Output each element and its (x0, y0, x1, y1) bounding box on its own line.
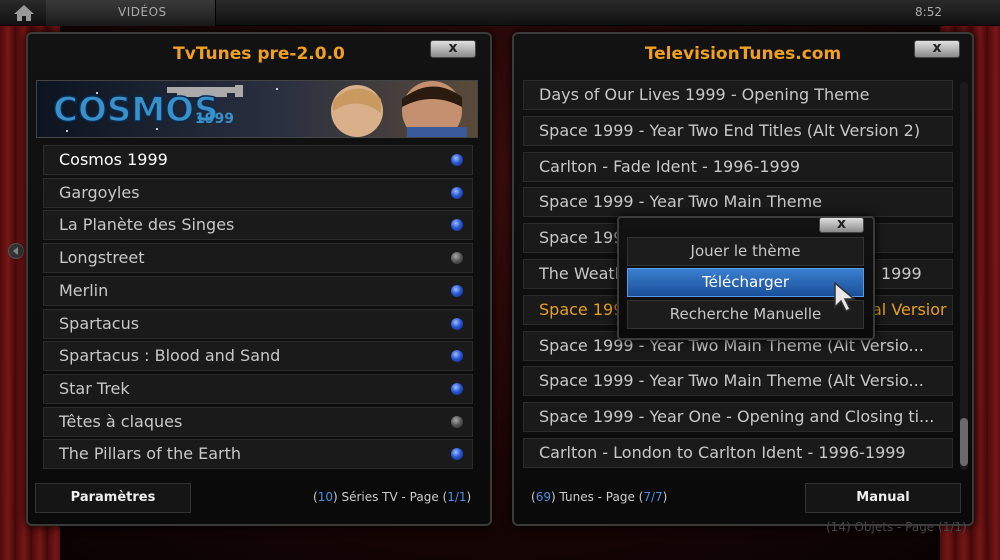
list-item[interactable]: Gargoyles (43, 177, 473, 208)
show-count: 10 (317, 490, 333, 504)
side-menu-arrow-icon[interactable] (8, 243, 24, 259)
banner-image: COSMOS 1999 (37, 81, 477, 137)
home-icon[interactable] (8, 3, 40, 23)
close-button[interactable]: x (914, 40, 960, 58)
show-banner: COSMOS 1999 (36, 80, 478, 138)
manual-search-option[interactable]: Recherche Manuelle (627, 300, 864, 329)
scrollbar[interactable] (960, 82, 968, 470)
play-theme-option[interactable]: Jouer le thème (627, 237, 864, 266)
list-item-label: Spartacus : Blood and Sand (59, 346, 281, 366)
list-item-label: Space 1999 - Year One - Opening and Clos… (539, 407, 935, 427)
status-dot-icon (451, 317, 463, 330)
page-indicator: 7/7 (643, 490, 663, 504)
list-item[interactable]: The Pillars of the Earth (43, 439, 473, 470)
list-item[interactable]: Star Trek (43, 373, 473, 404)
top-bar: VIDÉOS 8:52 (0, 0, 1000, 26)
close-button[interactable]: x (819, 217, 864, 233)
list-item[interactable]: Têtes à claques (43, 406, 473, 437)
status-dot-icon (451, 219, 463, 232)
status-dot-icon (451, 154, 463, 166)
svg-text:1999: 1999 (195, 111, 234, 127)
page-indicator: 1/1 (447, 490, 467, 504)
dialog-title: TelevisionTunes.com (644, 44, 842, 64)
list-item-label: Space 1999 - Year Two Main Theme (Alt Ve… (539, 371, 924, 391)
list-item-label: Longstreet (59, 248, 145, 268)
status-dot-icon (451, 415, 463, 428)
list-item-label: Carlton - London to Carlton Ident - 1996… (539, 443, 906, 462)
status-dot-icon (451, 252, 463, 265)
list-item[interactable]: Space 1999 - Year Two End Titles (Alt Ve… (523, 115, 953, 146)
list-item[interactable]: Days of Our Lives 1999 - Opening Theme (523, 80, 953, 110)
list-item[interactable]: Carlton - Fade Ident - 1996-1999 (523, 151, 953, 182)
mouse-cursor-icon (834, 281, 857, 313)
list-item[interactable]: Carlton - London to Carlton Ident - 1996… (523, 438, 953, 468)
list-item-label-tail: 1999 (881, 264, 922, 283)
list-item-label: Space 1999 - Year Two Main Theme (539, 192, 823, 212)
list-item[interactable]: Longstreet (43, 243, 473, 274)
status-dot-icon (451, 382, 463, 395)
download-option[interactable]: Télécharger (627, 268, 864, 297)
list-item-label: La Planète des Singes (59, 215, 235, 235)
list-item[interactable]: Spartacus : Blood and Sand (43, 341, 473, 372)
background-footer: (14) Objets - Page (1/1) (826, 520, 967, 534)
list-item[interactable]: Space 1999 - Year Two Main Theme (523, 187, 953, 218)
settings-button[interactable]: Paramètres (35, 483, 191, 513)
list-item[interactable]: Space 1999 - Year One - Opening and Clos… (523, 402, 953, 433)
list-item[interactable]: Space 1999 - Year Two Main Theme (Alt Ve… (523, 366, 953, 397)
list-item[interactable]: Cosmos 1999 (43, 145, 473, 175)
status-dot-icon (451, 284, 463, 297)
dialog-title: TvTunes pre-2.0.0 (173, 44, 345, 64)
scrollbar-thumb[interactable] (960, 418, 968, 466)
list-item-label: Têtes à claques (59, 411, 183, 431)
list-item-label: The Weath (539, 264, 625, 283)
list-item-label: Star Trek (59, 378, 130, 398)
list-item[interactable]: La Planète des Singes (43, 210, 473, 241)
manual-button[interactable]: Manual (805, 483, 961, 513)
section-title: VIDÉOS (118, 5, 167, 19)
footer-label: Tunes - Page (559, 490, 635, 504)
clock: 8:52 (915, 5, 942, 19)
list-item[interactable]: Merlin (43, 275, 473, 306)
status-dot-icon (451, 448, 463, 461)
list-item-label: Spartacus (59, 313, 140, 333)
list-item-label: Space 1999 - Year Two End Titles (Alt Ve… (539, 120, 921, 140)
status-dot-icon (451, 186, 463, 199)
close-button[interactable]: x (430, 40, 476, 58)
footer-label: Séries TV - Page (341, 490, 439, 504)
banner-logo-text: COSMOS (53, 90, 219, 130)
list-item-label-tail: al Versior (872, 299, 947, 319)
list-item-label: Carlton - Fade Ident - 1996-1999 (539, 156, 801, 176)
list-item-label: Cosmos 1999 (59, 150, 168, 169)
tune-count: 69 (535, 490, 551, 504)
list-item[interactable]: Spartacus (43, 308, 473, 339)
list-footer: (10) Séries TV - Page (1/1) (313, 490, 472, 504)
list-item-label: Merlin (59, 280, 109, 300)
list-item-label: Gargoyles (59, 182, 140, 202)
list-item-label: Days of Our Lives 1999 - Opening Theme (539, 85, 870, 104)
status-dot-icon (451, 350, 463, 363)
list-footer: (69) Tunes - Page (7/7) (531, 490, 668, 504)
list-item-label: The Pillars of the Earth (59, 444, 242, 464)
